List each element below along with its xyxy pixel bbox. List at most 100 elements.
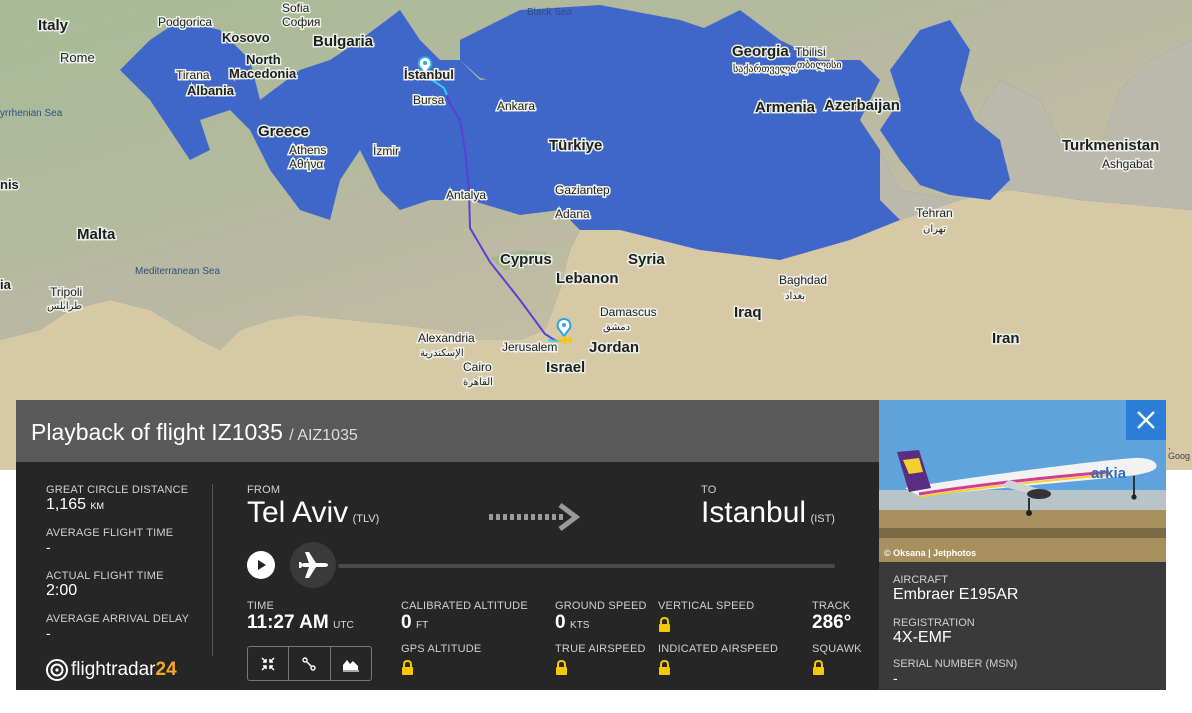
label-bulgaria: Bulgaria [313,33,374,50]
route-arrow-icon [489,503,581,531]
label-gaziantep: Gaziantep [555,183,610,197]
origin-city: Tel Aviv [247,496,349,529]
registration-label: REGISTRATION [893,617,975,629]
map-attribution: , Goog [1168,441,1191,461]
radar-logo-icon [46,659,68,681]
play-button[interactable] [247,551,275,579]
flight-title: Playback of flight IZ1035 [31,419,283,445]
close-icon [1137,411,1155,429]
label-athens-local: Αθήνα [289,157,323,171]
page-title: Playback of flight IZ1035 / AIZ1035 [31,419,358,446]
label-greece: Greece [258,123,309,140]
aircraft-image: arkia [879,400,1166,562]
stat-value: 2:00 [46,582,78,599]
true-airspeed-label: TRUE AIRSPEED [555,643,646,655]
label-jordan: Jordan [589,339,639,356]
to-label: TO [701,484,717,496]
label-baghdad-local: بغداد [785,291,805,302]
registration-info: REGISTRATION 4X-EMF [893,617,975,647]
serial-info: SERIAL NUMBER (MSN) - [893,658,1017,686]
lock-icon[interactable] [658,617,671,633]
panel-header: Playback of flight IZ1035 / AIZ1035 [16,400,879,462]
route-icon [302,656,317,671]
label-baghdad: Baghdad [779,273,827,287]
route-view-button[interactable] [289,647,331,680]
label-albania: Albania [187,83,235,98]
track-value: 286° [812,612,852,633]
label-adana: Adana [555,207,590,221]
label-azerbaijan: Azerbaijan [824,97,900,114]
registration-value[interactable]: 4X-EMF [893,629,975,647]
label-tripoli-local: طرابلس [47,301,82,312]
flightradar24-logo[interactable]: flightradar 24 [45,658,177,682]
time-unit: UTC [333,620,354,631]
lock-icon[interactable] [555,660,568,676]
cal-alt-value: 0 [401,612,412,633]
label-damascus-local: دمشق [603,322,630,333]
serial-label: SERIAL NUMBER (MSN) [893,658,1018,670]
label-jerusalem: Jerusalem [502,340,557,354]
label-bursa: Bursa [413,93,445,107]
label-tbilisi: Tbilisi [795,45,826,59]
photo-credit[interactable]: © Oksana | Jetphotos [884,548,976,558]
label-ashgabat: Ashgabat [1102,157,1153,171]
label-istanbul: İstanbul [404,67,454,82]
label-tyrrhenian-sea: yrrhenian Sea [0,108,63,119]
stat-avg-flight-time: AVERAGE FLIGHT TIME - [46,527,173,555]
close-button[interactable] [1126,400,1166,440]
ground-speed-block: GROUND SPEED 0 KTS [555,600,647,634]
origin-block: FROM Tel Aviv (TLV) [247,484,379,530]
label-iraq: Iraq [734,304,762,321]
time-block: TIME 11:27 AM UTC [247,600,354,634]
aircraft-photo[interactable]: arkia © Oksana | Jetphotos [879,400,1166,562]
collapse-view-button[interactable] [248,647,290,680]
label-lebanon: Lebanon [556,270,619,287]
cal-alt-unit: FT [416,620,429,631]
flight-callsign: / AIZ1035 [289,427,358,444]
aircraft-panel: arkia © Oksana | Jetphotos AIRCRAFT Embr… [879,400,1166,690]
label-tripoli: Tripoli [50,285,82,299]
stat-value: 1,165 [46,496,87,513]
airline-livery-text: arkia [1091,465,1127,482]
cal-alt-label: CALIBRATED ALTITUDE [401,600,528,612]
stat-value: - [46,539,51,555]
label-black-sea: Black Sea [527,7,572,18]
vertical-speed-block: VERTICAL SPEED [658,600,754,638]
altitude-graph-button[interactable] [331,647,371,680]
stat-actual-flight-time: ACTUAL FLIGHT TIME 2:00 [46,570,164,600]
timeline-handle[interactable] [290,542,336,588]
gps-altitude-block: GPS ALTITUDE [401,643,481,681]
label-kosovo: Kosovo [222,30,270,45]
collapse-arrows-icon [261,656,275,671]
lock-icon[interactable] [812,660,825,676]
ground-speed-unit: KTS [570,620,590,631]
label-ankara: Ankara [497,99,535,113]
vertical-speed-label: VERTICAL SPEED [658,600,755,612]
label-tehran: Tehran [916,206,953,220]
destination-code: (IST) [810,513,835,525]
label-turkmenistan: Turkmenistan [1062,137,1159,154]
stat-label: AVERAGE ARRIVAL DELAY [46,613,190,625]
aircraft-label: AIRCRAFT [893,574,948,586]
lock-icon[interactable] [401,660,414,676]
logo-text: flightradar [71,659,156,680]
label-alexandria-local: الإسكندرية [420,348,464,359]
stat-label: GREAT CIRCLE DISTANCE [46,484,189,496]
squawk-block: SQUAWK [812,643,862,681]
destination-block: TO Istanbul (IST) [701,484,835,530]
label-iran: Iran [992,330,1020,347]
playback-timeline[interactable] [338,564,835,568]
origin-code: (TLV) [352,513,380,525]
label-antalya: Antalya [446,188,486,202]
aircraft-value: Embraer E195AR [893,586,1019,603]
aircraft-info: AIRCRAFT Embraer E195AR [893,574,1018,604]
lock-icon[interactable] [658,660,671,676]
label-ia: ia [0,277,12,292]
label-cyprus: Cyprus [500,251,552,268]
stat-value: - [46,625,51,641]
squawk-label: SQUAWK [812,643,862,655]
calibrated-altitude-block: CALIBRATED ALTITUDE 0 FT [401,600,528,634]
gps-alt-label: GPS ALTITUDE [401,643,482,655]
ground-speed-label: GROUND SPEED [555,600,647,612]
stat-great-circle: GREAT CIRCLE DISTANCE 1,165 KM [46,484,188,514]
